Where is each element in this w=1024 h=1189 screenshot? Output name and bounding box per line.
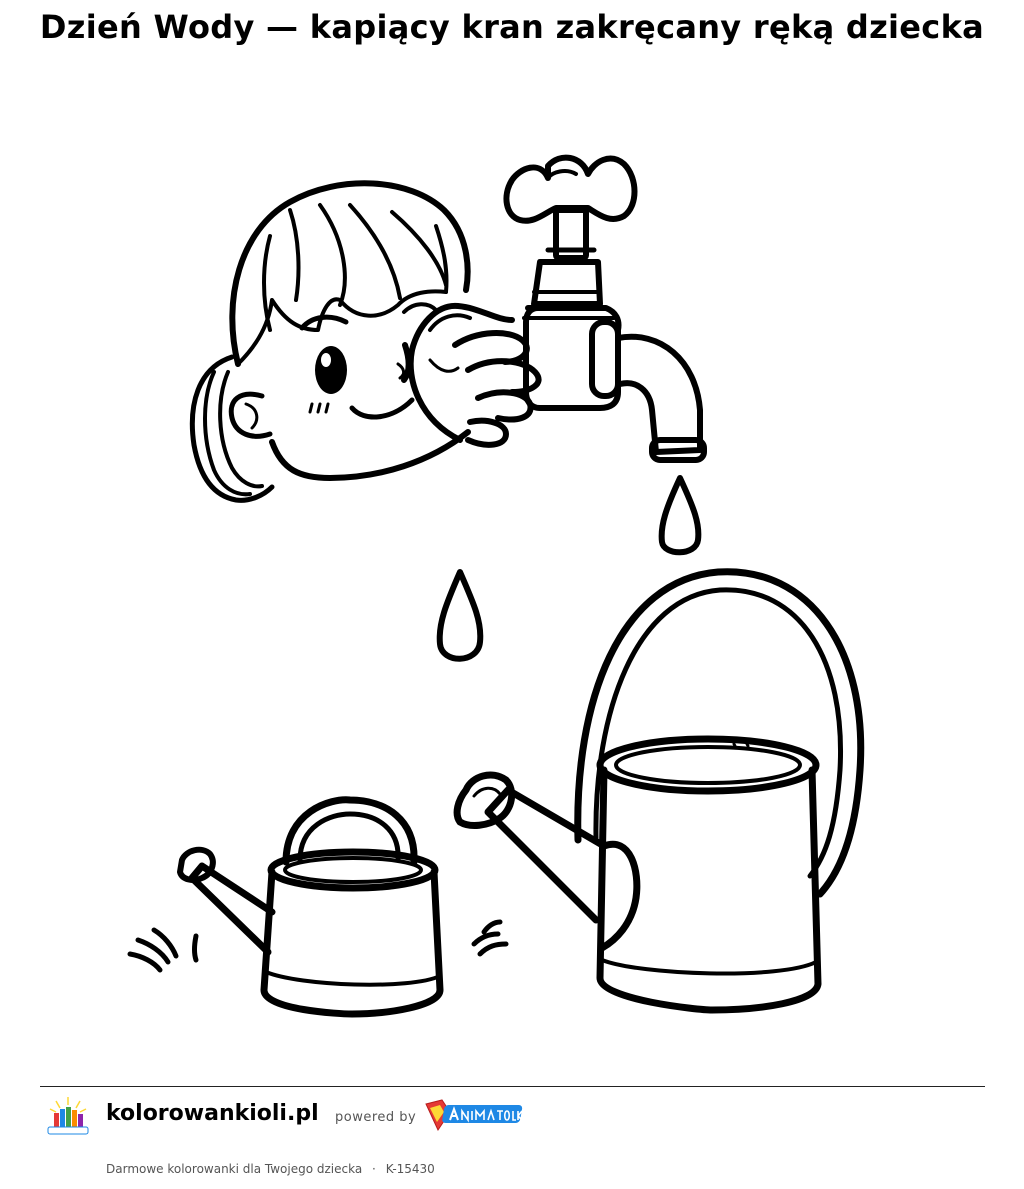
water-drop: [436, 569, 484, 662]
site-name[interactable]: kolorowankioli.pl: [106, 1101, 319, 1126]
large-watering-can: [453, 568, 865, 1014]
hand: [407, 302, 542, 448]
footer-divider: [40, 1086, 985, 1087]
faucet: [503, 154, 707, 463]
child-head: [189, 180, 471, 503]
water-drop: [658, 475, 702, 556]
coloring-illustration: [127, 154, 865, 1018]
tagline-text: Darmowe kolorowanki dla Twojego dziecka: [106, 1162, 363, 1176]
page-code: K-15430: [385, 1162, 435, 1176]
kolorowankioli-logo-icon[interactable]: [44, 1093, 92, 1141]
animatolka-logo-icon[interactable]: [424, 1098, 528, 1132]
powered-by-label: powered by: [335, 1110, 417, 1125]
tagline-separator: ·: [372, 1162, 376, 1176]
footer-tagline: Darmowe kolorowanki dla Twojego dziecka …: [106, 1162, 435, 1176]
small-watering-can: [127, 796, 509, 1018]
coloring-page: Dzień Wody — kapiący kran zakręcany ręką…: [0, 0, 1024, 1189]
